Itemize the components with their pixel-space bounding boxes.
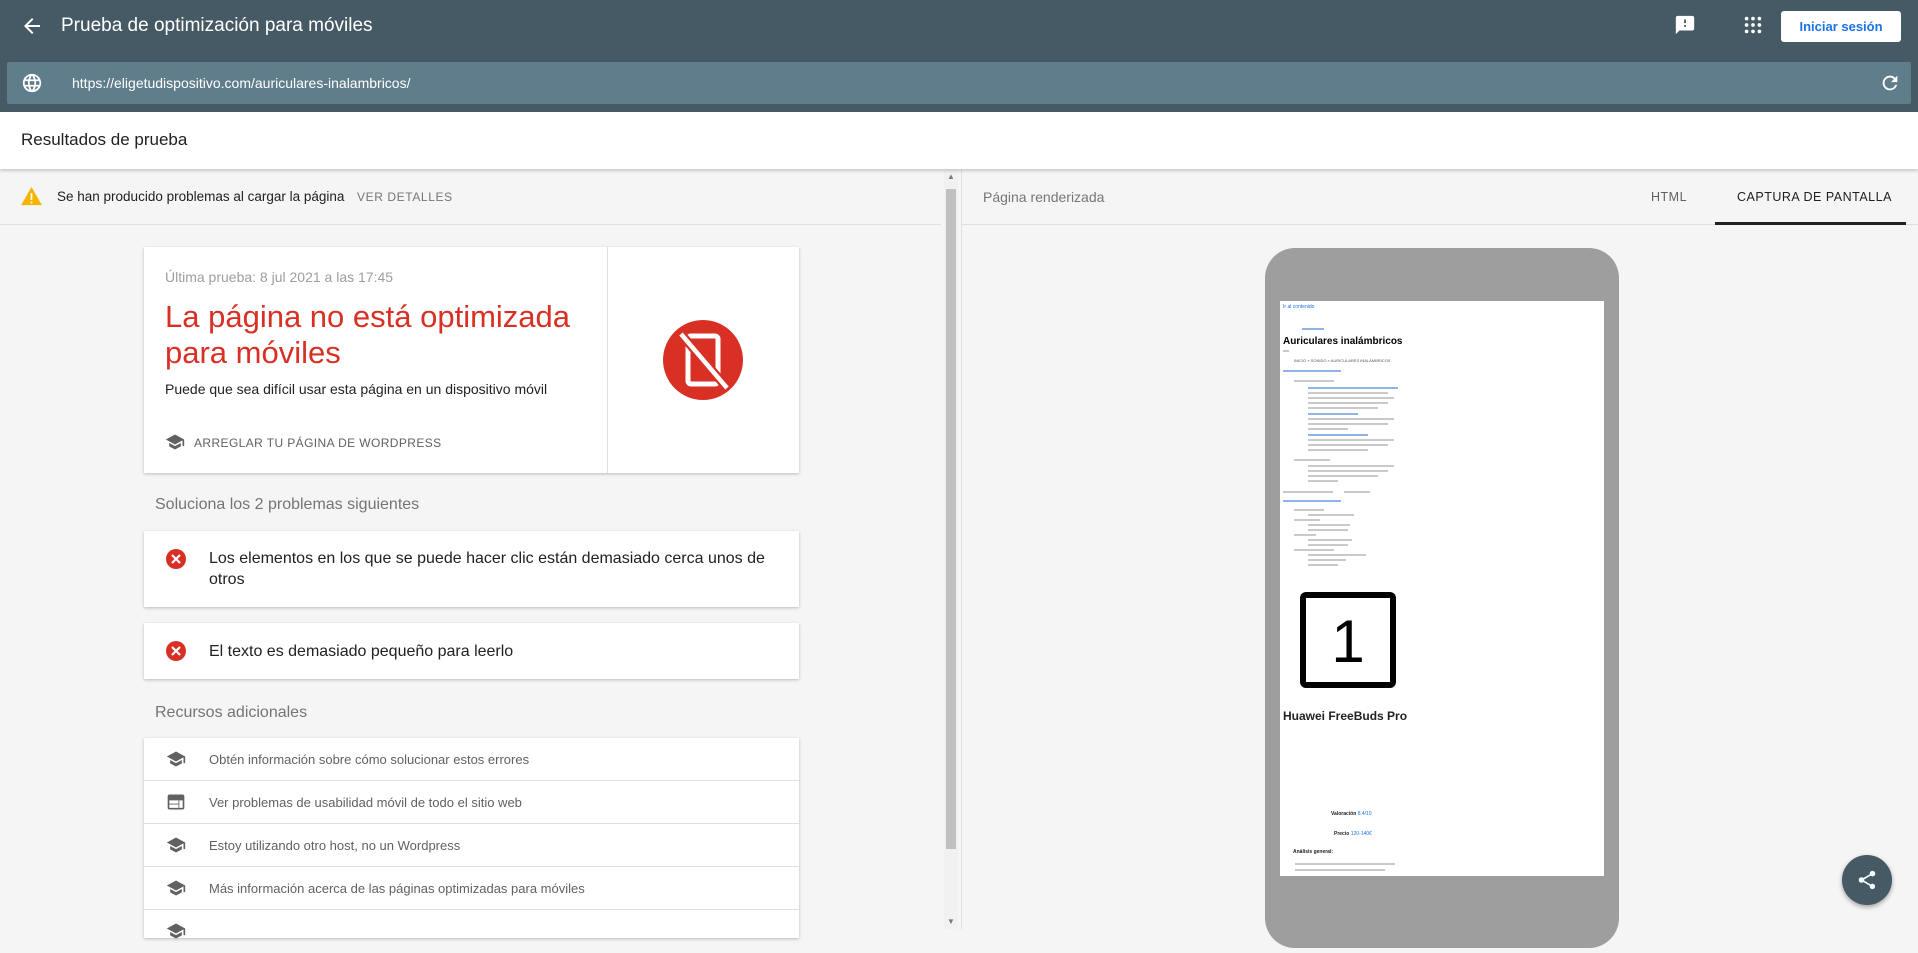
screenshot-skip-link: Ir al contenido [1283,304,1315,310]
signin-button[interactable]: Iniciar sesión [1781,11,1901,42]
resource-label: Estoy utilizando otro host, no un Wordpr… [209,838,461,853]
resource-label: Más información acerca de las páginas op… [209,881,585,896]
resource-item[interactable]: Más información acerca de las páginas op… [144,867,799,910]
price-label: Precio [1334,831,1350,837]
preview-panel: Página renderizada HTML CAPTURA DE PANTA… [961,169,1918,948]
resources-heading: Recursos adicionales [155,704,308,721]
results-title: Resultados de prueba [21,130,188,149]
school-icon [166,922,186,940]
result-subline: Puede que sea difícil usar esta página e… [165,381,548,397]
scroll-up-icon[interactable]: ▲ [947,172,955,181]
screenshot-page-title: Auriculares inalámbricos [1283,336,1403,347]
issue-text: El texto es demasiado pequeño para leerl… [209,643,514,660]
school-icon [166,750,186,768]
issue-item[interactable]: El texto es demasiado pequeño para leerl… [144,623,799,679]
school-icon [165,433,185,451]
rank-number-badge: 1 [1300,592,1396,688]
summary-card: Última prueba: 8 jul 2021 a las 17:45 La… [144,247,799,473]
tab-html[interactable]: HTML [1651,190,1687,204]
app-title: Prueba de optimización para móviles [61,15,373,36]
rating-value: 8.4/10 [1357,811,1372,817]
school-icon [166,836,186,854]
feedback-icon[interactable] [1674,14,1696,36]
issue-text: Los elementos en los que se puede hacer … [209,550,765,588]
issues-heading: Soluciona los 2 problemas siguientes [155,496,420,513]
page-screenshot: Ir al contenido Auriculares inalámbricos… [1280,301,1604,876]
web-window-icon [166,793,186,811]
issue-item[interactable]: Los elementos en los que se puede hacer … [144,531,799,607]
rendered-page-label: Página renderizada [983,189,1105,205]
screenshot-breadcrumb: INICIO » SONIDO » AURICULARES INALÁMBRIC… [1294,358,1391,363]
card-divider [607,247,608,473]
apps-grid-icon[interactable] [1742,14,1764,36]
resource-item[interactable]: Obtén información sobre cómo solucionar … [144,738,799,781]
url-bar[interactable]: https://eligetudispositivo.com/auricular… [7,62,1911,104]
resource-item[interactable]: Ver problemas de usabilidad móvil de tod… [144,781,799,824]
screenshot-analysis-label: Análisis general: [1293,849,1334,855]
resource-item[interactable]: Estoy utilizando otro host, no un Wordpr… [144,824,799,867]
error-icon [166,549,186,569]
globe-icon [21,72,43,94]
scroll-thumb[interactable] [946,189,956,849]
error-icon [166,641,186,661]
phone-frame: Ir al contenido Auriculares inalámbricos… [1265,248,1619,948]
url-text[interactable]: https://eligetudispositivo.com/auricular… [72,74,410,92]
fix-wordpress-label: ARREGLAR TU PÁGINA DE WORDPRESS [194,436,442,450]
rank-number: 1 [1331,608,1365,675]
screenshot-rating: Valoración 8.4/10 [1331,811,1372,817]
school-icon [166,879,186,897]
app-header: Prueba de optimización para móviles Inic… [0,0,1918,112]
resources-card: Obtén información sobre cómo solucionar … [144,738,799,939]
results-header: Resultados de prueba [0,112,1918,169]
share-button[interactable] [1842,855,1892,905]
scroll-down-icon[interactable]: ▼ [947,917,955,926]
results-panel: Se han producido problemas al cargar la … [0,169,941,939]
reload-icon[interactable] [1879,72,1901,94]
resource-label: Obtén información sobre cómo solucionar … [209,752,530,767]
results-scrollbar[interactable]: ▲ ▼ [944,169,958,929]
warning-text: Se han producido problemas al cargar la … [57,189,345,204]
warning-icon [21,187,42,206]
share-icon [1858,870,1876,890]
last-test-date: Última prueba: 8 jul 2021 a las 17:45 [165,269,394,285]
result-headline: La página no está optimizada para móvile… [165,299,571,370]
price-value: 120-140€ [1350,831,1372,837]
screenshot-product-name: Huawei FreeBuds Pro [1283,709,1408,723]
tab-screenshot[interactable]: CAPTURA DE PANTALLA [1737,190,1892,204]
screenshot-price: Precio 120-140€ [1334,831,1372,837]
rating-label: Valoración [1331,811,1357,817]
view-details-link[interactable]: VER DETALLES [357,190,453,204]
resource-label: Ver problemas de usabilidad móvil de tod… [209,795,522,810]
back-arrow-icon[interactable] [20,14,44,38]
active-tab-indicator [1715,222,1906,225]
not-mobile-friendly-icon [663,320,743,400]
preview-tabbar: Página renderizada HTML CAPTURA DE PANTA… [962,169,1918,225]
resource-item-partial[interactable] [144,910,799,953]
warning-bar: Se han producido problemas al cargar la … [0,169,941,225]
